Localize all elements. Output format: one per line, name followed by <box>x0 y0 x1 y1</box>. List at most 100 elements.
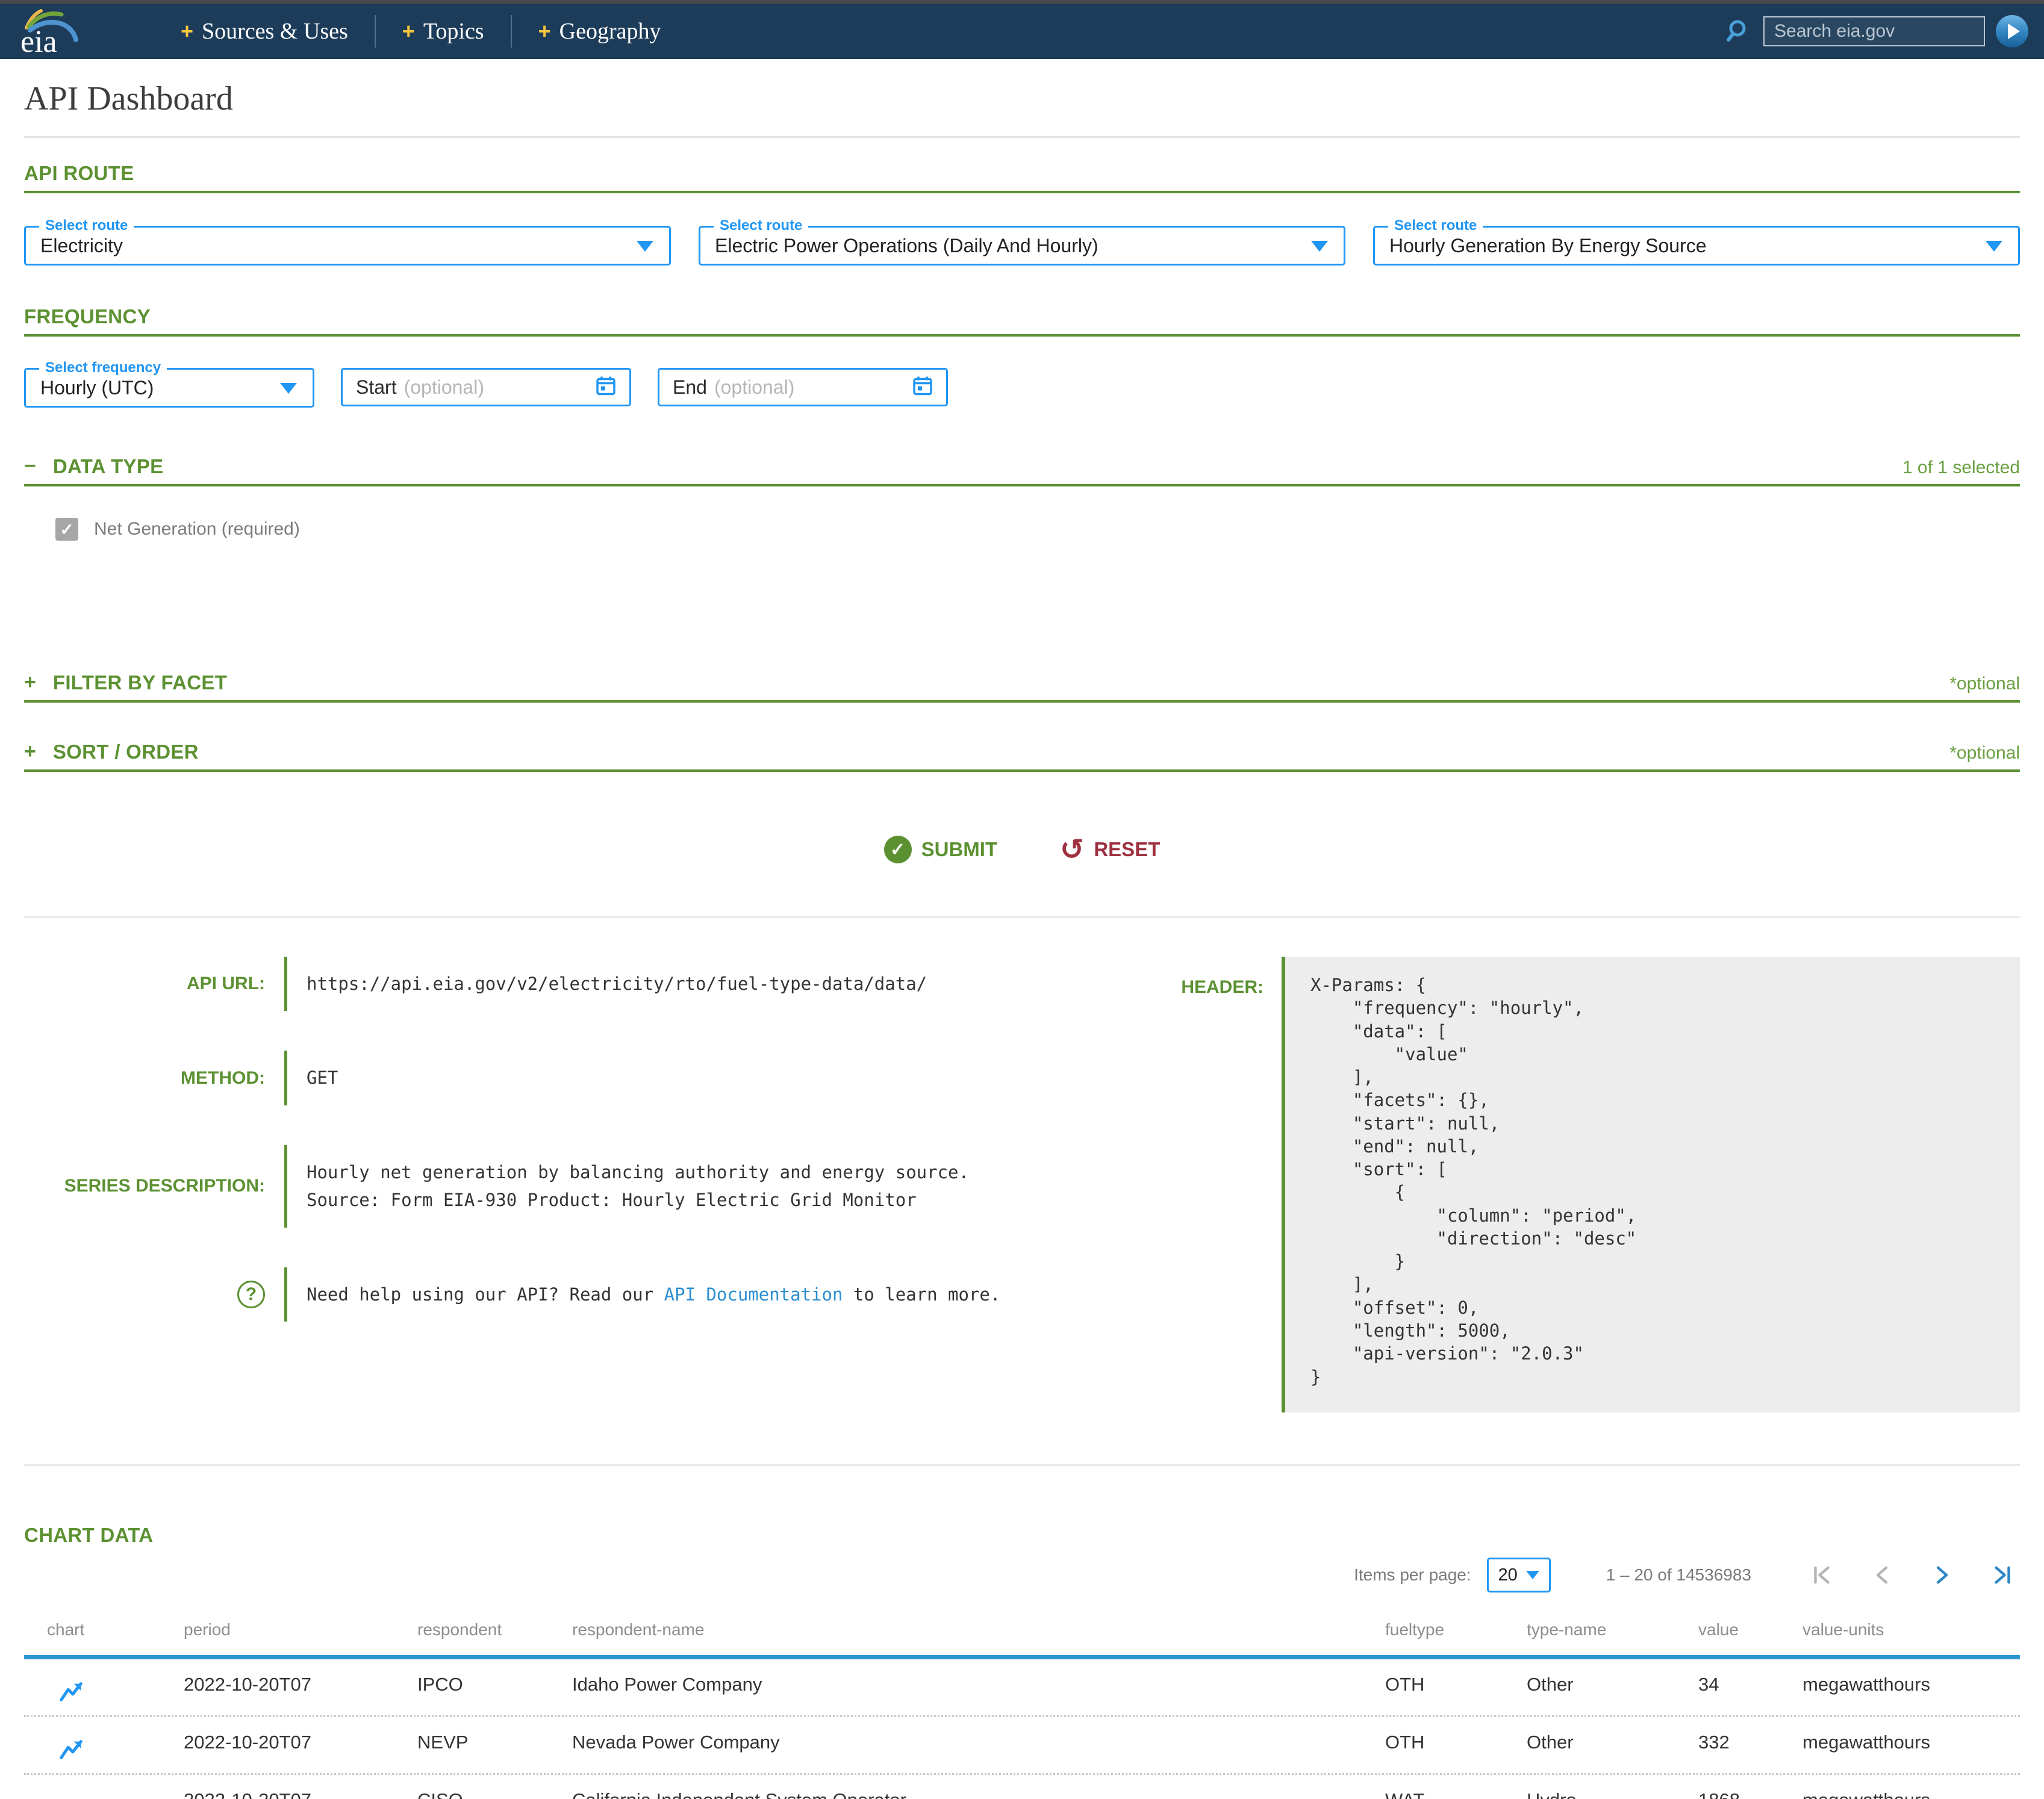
nav-item-label: Geography <box>559 18 661 45</box>
cell-respondent: NEVP <box>417 1732 572 1773</box>
frequency-select[interactable]: Select frequency Hourly (UTC) <box>24 368 314 408</box>
column-header-type-name[interactable]: type-name <box>1527 1618 1698 1639</box>
series-description-label: SERIES DESCRIPTION: <box>24 1176 265 1196</box>
route-select-1-label: Select route <box>39 217 134 235</box>
frequency-section-header: FREQUENCY <box>24 305 2020 337</box>
eia-logo[interactable]: eia <box>16 7 88 55</box>
route-select-1[interactable]: Select route Electricity <box>24 226 671 266</box>
cell-period: 2022-10-20T07 <box>184 1732 417 1773</box>
chevron-down-icon <box>1311 241 1328 252</box>
collapse-icon[interactable]: − <box>24 455 36 478</box>
frequency-controls-row: Select frequency Hourly (UTC) Start (opt… <box>24 368 2020 408</box>
column-header-fueltype[interactable]: fueltype <box>1385 1618 1527 1639</box>
filter-facet-section-header: + FILTER BY FACET *optional <box>24 671 2020 703</box>
expand-icon[interactable]: + <box>24 740 36 763</box>
submit-button[interactable]: ✓ SUBMIT <box>880 835 1002 864</box>
nav-item-label: Sources & Uses <box>202 18 348 45</box>
route-select-1-value: Electricity <box>40 235 123 257</box>
series-description-value: Hourly net generation by balancing autho… <box>307 1145 969 1228</box>
nav-item-topics[interactable]: + Topics <box>376 18 511 45</box>
api-details-right: HEADER: X-Params: { "frequency": "hourly… <box>1156 957 2020 1412</box>
route-select-3[interactable]: Select route Hourly Generation By Energy… <box>1373 226 2020 266</box>
eia-logo-icon: eia <box>16 7 88 55</box>
api-url-value: https://api.eia.gov/v2/electricity/rto/f… <box>307 957 927 1011</box>
sort-order-section-header: + SORT / ORDER *optional <box>24 740 2020 772</box>
column-header-respondent[interactable]: respondent <box>417 1618 572 1639</box>
navbar-search-area <box>1726 15 2028 48</box>
green-bar <box>284 1051 287 1105</box>
route-select-3-value: Hourly Generation By Energy Source <box>1389 235 1706 257</box>
search-input[interactable] <box>1763 16 1985 46</box>
chevron-down-icon <box>280 383 297 394</box>
expand-icon[interactable]: + <box>24 671 36 694</box>
frequency-select-label: Select frequency <box>39 359 167 377</box>
column-header-chart[interactable]: chart <box>24 1618 184 1639</box>
green-bar <box>284 1267 287 1322</box>
items-per-page-select[interactable]: 20 <box>1487 1558 1551 1592</box>
cell-value: 332 <box>1698 1732 1803 1773</box>
route-select-3-label: Select route <box>1388 217 1483 235</box>
plus-icon: + <box>181 19 193 44</box>
next-page-button[interactable] <box>1930 1562 1955 1588</box>
cell-fueltype: OTH <box>1385 1732 1527 1773</box>
line-chart-icon[interactable] <box>58 1738 86 1763</box>
request-header-box: X-Params: { "frequency": "hourly", "data… <box>1282 957 2020 1412</box>
reset-undo-icon: ↺ <box>1060 835 1084 864</box>
cell-fueltype: WAT <box>1385 1789 1527 1799</box>
chart-data-table: chart period respondent respondent-name … <box>24 1618 2020 1799</box>
nav-item-sources-uses[interactable]: + Sources & Uses <box>154 18 375 45</box>
table-header-divider <box>24 1655 2020 1659</box>
pagination-controls <box>1809 1562 2015 1588</box>
api-documentation-link[interactable]: API Documentation <box>664 1284 843 1305</box>
reset-button[interactable]: ↺ RESET <box>1056 834 1164 865</box>
line-chart-icon[interactable] <box>58 1680 86 1706</box>
method-row: METHOD: GET <box>24 1051 1156 1105</box>
table-row: 2022-10-20T07 IPCO Idaho Power Company O… <box>24 1659 2020 1717</box>
form-actions: ✓ SUBMIT ↺ RESET <box>24 834 2020 865</box>
help-suffix: to learn more. <box>843 1284 1000 1305</box>
plus-icon: + <box>402 19 415 44</box>
series-line-1: Hourly net generation by balancing autho… <box>307 1162 969 1182</box>
filter-facet-optional-note: *optional <box>1949 674 2020 694</box>
calendar-icon[interactable] <box>596 376 616 399</box>
cell-respondent-name: Nevada Power Company <box>572 1732 1385 1773</box>
chevron-down-icon <box>1986 241 2002 252</box>
first-page-button[interactable] <box>1809 1562 1834 1588</box>
net-generation-checkbox-row: ✓ Net Generation (required) <box>55 518 2020 541</box>
header-label: HEADER: <box>1156 977 1263 998</box>
help-row: ? Need help using our API? Read our API … <box>24 1267 1156 1322</box>
route-selects-row: Select route Electricity Select route El… <box>24 226 2020 266</box>
net-generation-checkbox[interactable]: ✓ <box>55 518 78 541</box>
route-select-2[interactable]: Select route Electric Power Operations (… <box>699 226 1345 266</box>
chart-icon-cell <box>24 1732 184 1773</box>
data-type-heading: DATA TYPE <box>53 455 164 478</box>
column-header-value-units[interactable]: value-units <box>1803 1618 2020 1639</box>
cell-respondent: CISO <box>417 1789 572 1799</box>
section-divider <box>24 916 2020 918</box>
series-description-row: SERIES DESCRIPTION: Hourly net generatio… <box>24 1145 1156 1228</box>
green-bar <box>284 957 287 1011</box>
go-arrow-icon <box>2008 23 2020 39</box>
items-per-page-label: Items per page: <box>1354 1565 1471 1585</box>
pagination-range: 1 – 20 of 14536983 <box>1606 1565 1751 1585</box>
column-header-period[interactable]: period <box>184 1618 417 1639</box>
last-page-button[interactable] <box>1990 1562 2015 1588</box>
plus-icon: + <box>538 19 551 44</box>
start-date-field[interactable]: Start (optional) <box>341 368 631 406</box>
cell-period: 2022-10-20T07 <box>184 1674 417 1715</box>
search-go-button[interactable] <box>1996 15 2028 48</box>
reset-label: RESET <box>1094 838 1160 861</box>
nav-item-geography[interactable]: + Geography <box>512 18 688 45</box>
calendar-icon[interactable] <box>912 376 933 399</box>
previous-page-button[interactable] <box>1869 1562 1895 1588</box>
help-prefix: Need help using our API? Read our <box>307 1284 664 1305</box>
cell-value-units: megawatthours <box>1803 1674 2020 1715</box>
column-header-value[interactable]: value <box>1698 1618 1803 1639</box>
sort-order-optional-note: *optional <box>1949 743 2020 763</box>
frequency-select-value: Hourly (UTC) <box>40 377 154 399</box>
column-header-respondent-name[interactable]: respondent-name <box>572 1618 1385 1639</box>
submit-label: SUBMIT <box>921 838 998 861</box>
table-row: 2022-10-20T07 NEVP Nevada Power Company … <box>24 1717 2020 1775</box>
start-date-placeholder: (optional) <box>404 376 484 399</box>
end-date-field[interactable]: End (optional) <box>658 368 948 406</box>
